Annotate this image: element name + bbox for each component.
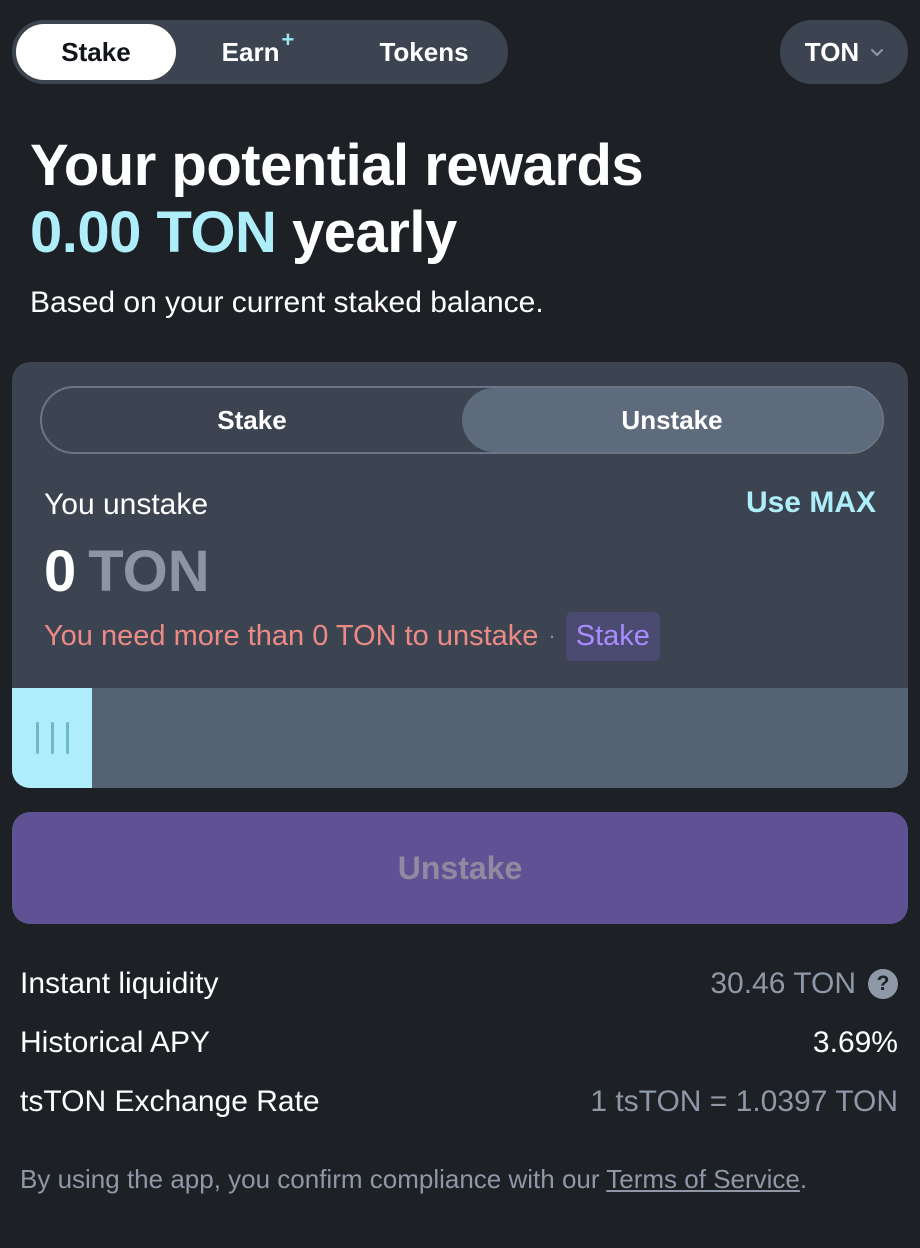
stake-unstake-toggle: Stake Unstake xyxy=(40,386,884,454)
amount-value: 0 xyxy=(44,539,77,604)
rewards-headline: Your potential rewards 0.00 TON yearly xyxy=(30,132,644,266)
insufficient-balance-warning: You need more than 0 TON to unstake · St… xyxy=(44,610,660,662)
tab-tokens-label: Tokens xyxy=(379,36,469,67)
grip-line xyxy=(65,722,69,754)
tab-stake-label: Stake xyxy=(61,36,131,67)
historical-apy-value: 3.69% xyxy=(812,1026,898,1059)
instant-liquidity-value: 30.46 TON xyxy=(710,967,856,1000)
footer-text: By using the app, you confirm compliance… xyxy=(20,1164,600,1194)
terms-footer: By using the app, you confirm compliance… xyxy=(20,1164,807,1195)
slider-handle[interactable] xyxy=(12,688,92,788)
info-label: Instant liquidity xyxy=(20,967,219,1000)
question-mark-icon[interactable]: ? xyxy=(868,969,898,999)
exchange-rate-value: 1 tsTON = 1.0397 TON xyxy=(590,1085,898,1118)
separator-dot: · xyxy=(548,623,556,648)
use-max-button[interactable]: Use MAX xyxy=(746,486,876,520)
rewards-title: Your potential rewards xyxy=(30,133,644,198)
tab-earn-label: Earn xyxy=(221,36,280,67)
amount-unit: TON xyxy=(88,539,210,604)
amount-input[interactable]: 0 TON xyxy=(44,538,210,605)
earn-plus-badge: + xyxy=(281,27,295,52)
segment-unstake[interactable]: Unstake xyxy=(462,388,882,452)
footer-end: . xyxy=(799,1164,808,1194)
tab-stake[interactable]: Stake xyxy=(16,24,176,80)
input-label: You unstake xyxy=(44,488,209,521)
tab-earn[interactable]: Earn + xyxy=(190,24,326,80)
info-value: 30.46 TON ? xyxy=(710,967,898,1001)
info-row-instant-liquidity: Instant liquidity 30.46 TON ? xyxy=(20,964,898,1004)
stake-link[interactable]: Stake xyxy=(565,611,660,661)
grip-line xyxy=(35,722,39,754)
amount-slider[interactable] xyxy=(12,688,908,788)
info-row-exchange-rate: tsTON Exchange Rate 1 tsTON = 1.0397 TON xyxy=(20,1082,898,1122)
terms-of-service-link[interactable]: Terms of Service xyxy=(606,1164,800,1194)
unstake-button[interactable]: Unstake xyxy=(12,812,908,924)
info-label: Historical APY xyxy=(20,1026,211,1059)
tab-tokens[interactable]: Tokens xyxy=(342,24,506,80)
asset-selector-label: TON xyxy=(804,36,860,67)
asset-selector[interactable]: TON xyxy=(780,20,908,84)
warning-text: You need more than 0 TON to unstake xyxy=(44,619,539,652)
segment-stake[interactable]: Stake xyxy=(42,388,462,452)
chevron-down-icon xyxy=(871,49,884,56)
rewards-subtitle: Based on your current staked balance. xyxy=(30,286,544,319)
rewards-amount-line: 0.00 TON yearly xyxy=(30,199,643,266)
grip-line xyxy=(50,722,54,754)
unstake-card: Stake Unstake You unstake Use MAX 0 TON Y… xyxy=(12,362,908,788)
info-row-historical-apy: Historical APY 3.69% xyxy=(20,1023,898,1063)
rewards-amount: 0.00 TON xyxy=(30,200,277,265)
info-label: tsTON Exchange Rate xyxy=(20,1085,320,1118)
rewards-period: yearly xyxy=(292,200,457,265)
top-tab-bar: Stake Earn + Tokens xyxy=(12,20,508,84)
